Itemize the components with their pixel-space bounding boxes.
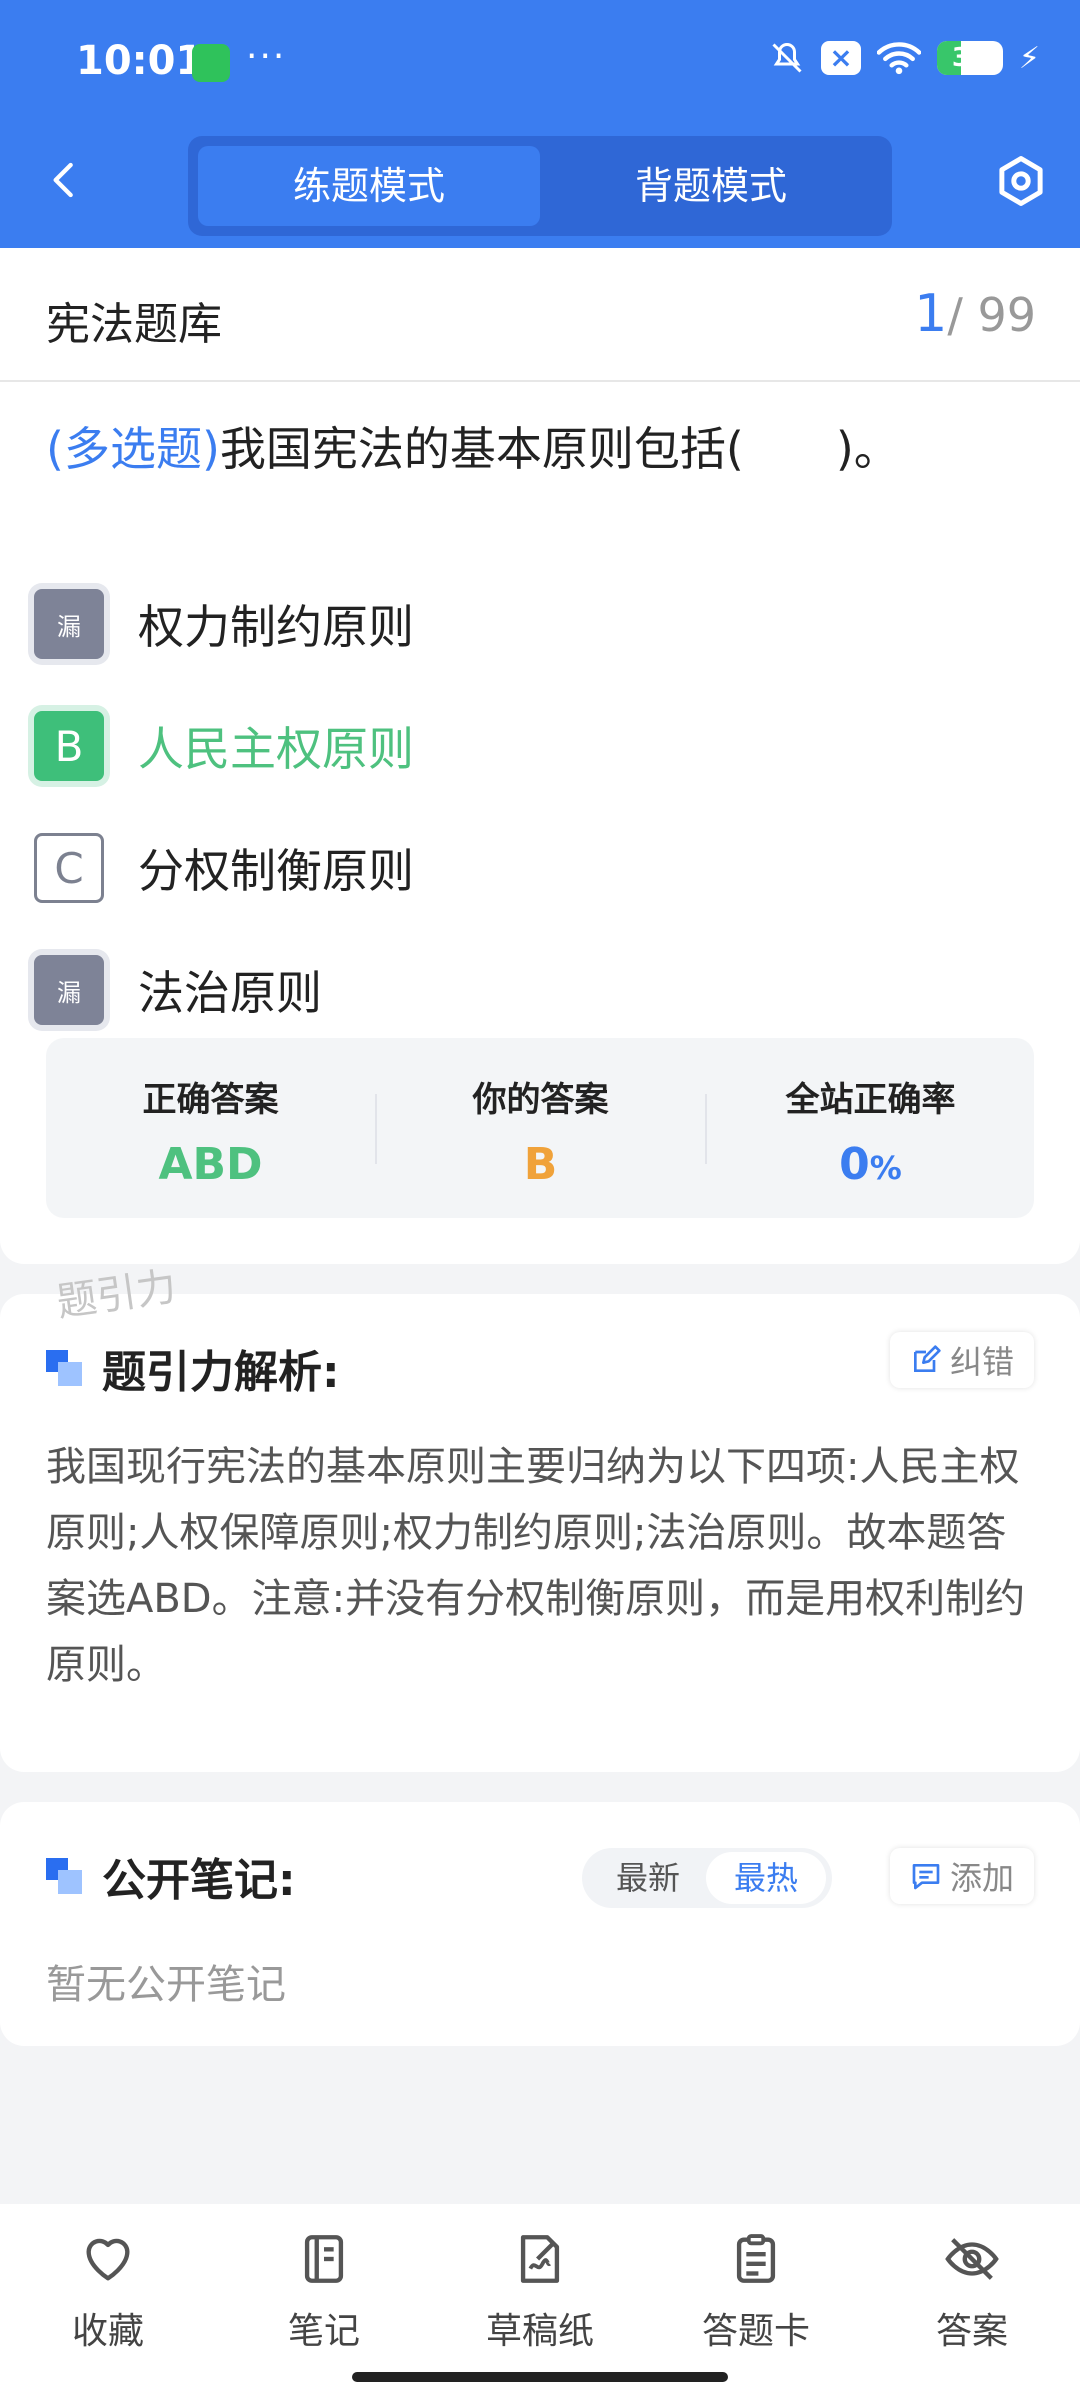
tab-review-mode[interactable]: 背题模式 (540, 146, 882, 226)
scratch-paper-button[interactable]: 草稿纸 (432, 2230, 648, 2354)
question-counter: 1/ 99 (914, 284, 1036, 344)
sort-hot[interactable]: 最热 (706, 1852, 826, 1904)
option-text: 法治原则 (138, 966, 322, 1020)
section-icon (46, 1858, 82, 1894)
question-text: (多选题)我国宪法的基本原则包括( )。 (46, 414, 1034, 484)
option-text: 权力制约原则 (138, 600, 414, 654)
clipboard-icon (736, 2234, 776, 2283)
more-notifications-icon: ··· (246, 36, 287, 77)
correct-answer-label: 正确答案 (142, 1080, 279, 1120)
option-b[interactable]: B 人民主权原则 (34, 696, 1034, 796)
show-answer-button[interactable]: 答案 (864, 2230, 1080, 2354)
battery-indicator: 36 (936, 41, 1003, 75)
correct-answer-value: ABD (158, 1139, 263, 1190)
your-answer-value: B (523, 1139, 558, 1190)
report-error-button[interactable]: 纠错 (889, 1332, 1034, 1388)
option-letter-badge: C (34, 833, 104, 903)
option-a[interactable]: 漏 权力制约原则 (34, 574, 1034, 674)
notebook-icon (304, 2235, 344, 2283)
back-icon[interactable] (44, 160, 84, 200)
question-bank-title: 宪法题库 (46, 299, 222, 350)
status-bar: 10:01 ··· × 36 ⚡ (76, 36, 1040, 88)
sort-latest[interactable]: 最新 (588, 1852, 708, 1904)
total-count: / 99 (947, 288, 1036, 342)
divider (0, 380, 1080, 382)
option-d[interactable]: 漏 法治原则 (34, 940, 1034, 1040)
edit-icon (913, 1345, 941, 1372)
your-answer-box: 你的答案 B (376, 1038, 705, 1218)
comment-icon (912, 1864, 940, 1890)
notes-title: 公开笔记: (46, 1844, 296, 1908)
empty-notes-text: 暂无公开笔记 (46, 1962, 286, 2008)
your-answer-label: 你的答案 (472, 1080, 609, 1120)
settings-icon[interactable] (994, 154, 1048, 208)
option-text: 人民主权原则 (138, 722, 414, 776)
accuracy-label: 全站正确率 (785, 1080, 956, 1120)
missed-badge: 漏 (34, 955, 104, 1025)
mute-icon (772, 42, 802, 73)
answer-sheet-button[interactable]: 答题卡 (648, 2230, 864, 2354)
section-icon (46, 1350, 82, 1386)
draft-icon (520, 2235, 560, 2283)
notes-sort-toggle: 最新 最热 (582, 1848, 832, 1908)
charging-icon: ⚡ (1018, 40, 1040, 76)
analysis-title: 题引力解析: (46, 1336, 340, 1400)
status-time: 10:01 (76, 38, 204, 84)
tab-practice-mode[interactable]: 练题模式 (198, 146, 540, 226)
favorite-button[interactable]: 收藏 (0, 2230, 216, 2354)
close-app-icon: × (820, 41, 861, 75)
question-card: 宪法题库 1/ 99 (多选题)我国宪法的基本原则包括( )。 漏 权力制约原则… (0, 248, 1080, 1264)
analysis-text: 我国现行宪法的基本原则主要归纳为以下四项:人民主权原则;人权保障原则;权力制约原… (46, 1444, 1026, 1688)
home-indicator (352, 2372, 728, 2382)
question-stem: 我国宪法的基本原则包括( )。 (219, 422, 900, 476)
wechat-icon (192, 44, 230, 82)
option-letter-badge: B (34, 711, 104, 781)
accuracy-value: 0% (839, 1139, 902, 1190)
current-index: 1 (914, 284, 948, 344)
eye-off-icon (945, 2238, 999, 2280)
analysis-card: 题引力解析: 纠错 我国现行宪法的基本原则主要归纳为以下四项:人民主权原则;人权… (0, 1294, 1080, 1772)
add-note-button[interactable]: 添加 (889, 1848, 1034, 1904)
notes-button[interactable]: 笔记 (216, 2230, 432, 2354)
missed-badge: 漏 (34, 589, 104, 659)
public-notes-card: 公开笔记: 最新 最热 添加 暂无公开笔记 (0, 1802, 1080, 2046)
wifi-icon (876, 42, 921, 75)
mode-switch: 练题模式 背题模式 (188, 136, 892, 236)
app-header: 10:01 ··· × 36 ⚡ 练题模式 背题模式 (0, 0, 1080, 248)
heart-icon (86, 2238, 130, 2281)
option-c[interactable]: C 分权制衡原则 (34, 818, 1034, 918)
bottom-toolbar: 收藏 笔记 草稿纸 答题卡 答案 (0, 2204, 1080, 2400)
correct-answer-box: 正确答案 ABD (46, 1038, 375, 1218)
option-text: 分权制衡原则 (138, 844, 414, 898)
answer-summary: 正确答案 ABD 你的答案 B 全站正确率 0% (46, 1038, 1034, 1218)
accuracy-box: 全站正确率 0% (706, 1038, 1035, 1218)
question-type: (多选题) (46, 422, 220, 476)
